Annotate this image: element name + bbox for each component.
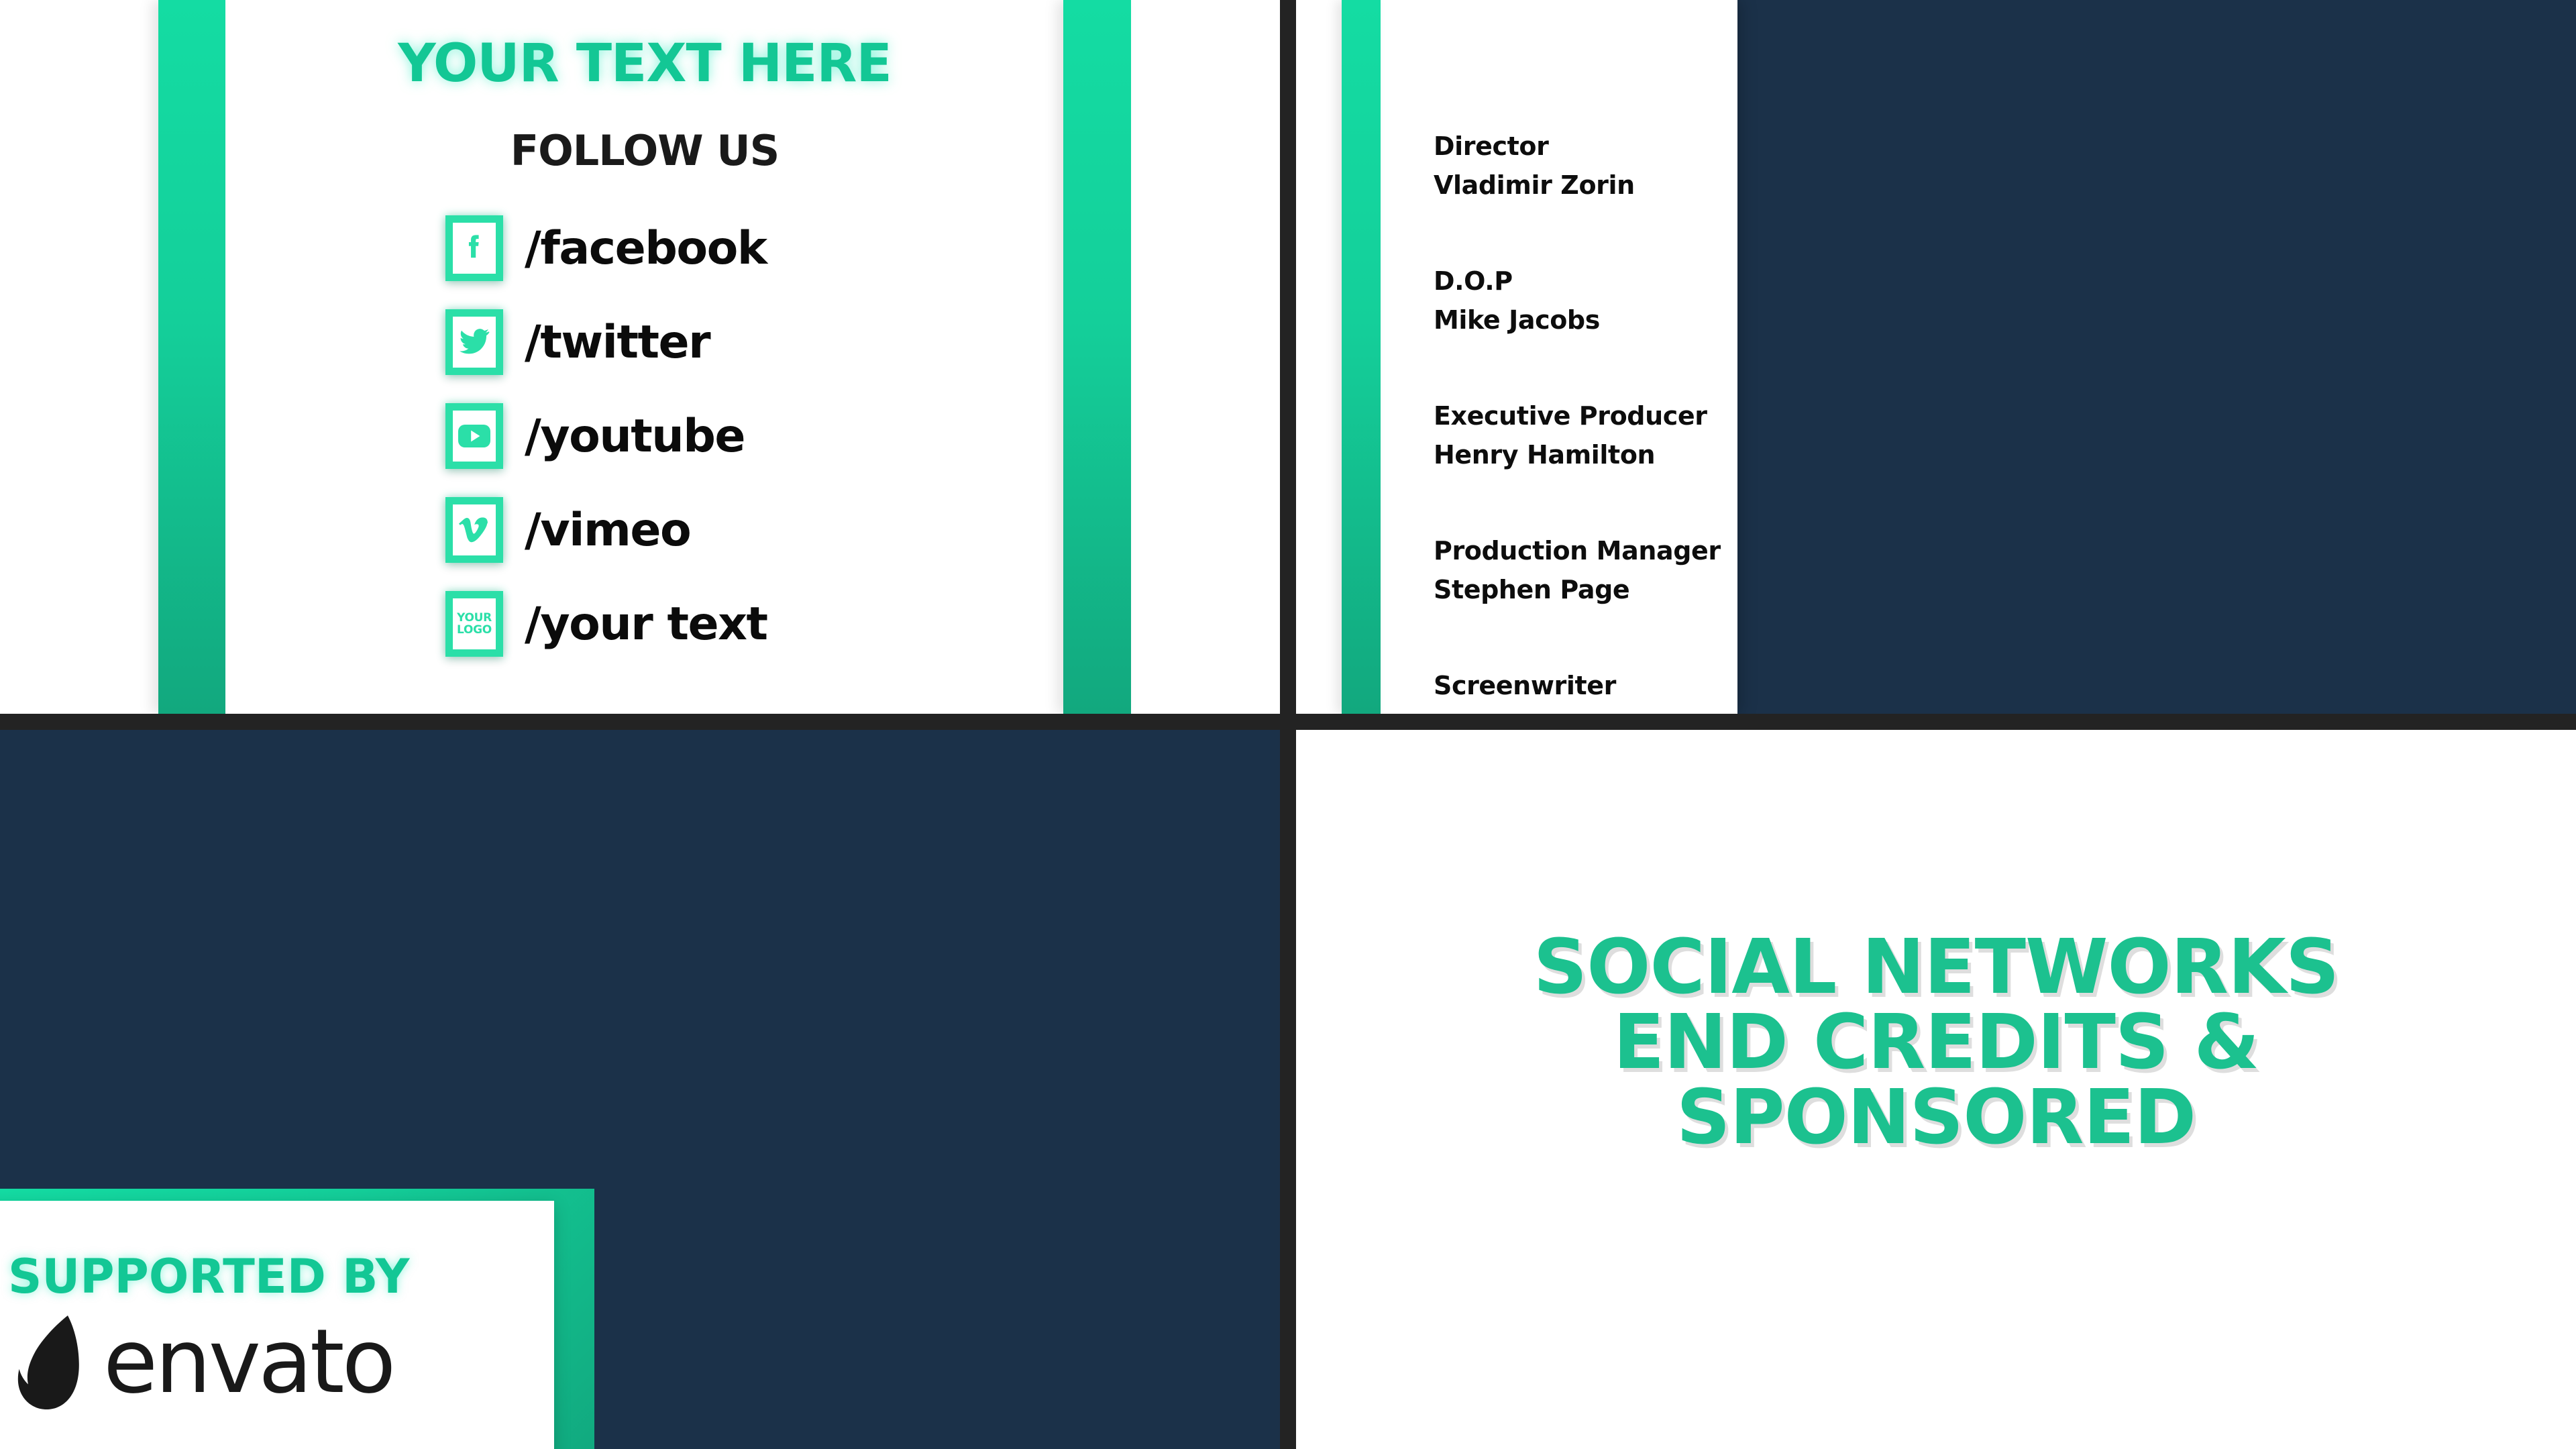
social-label-your-text: /your text xyxy=(525,597,768,651)
main-title-line-3: SPONSORED xyxy=(1676,1074,2196,1161)
title-panel: SOCIAL NETWORKS END CREDITS & SPONSORED xyxy=(1296,730,2576,1449)
envato-leaf-icon xyxy=(17,1316,79,1409)
headline-your-text-here: YOUR TEXT HERE xyxy=(398,34,892,94)
credit-role: Director xyxy=(1434,131,1549,161)
twitter-icon xyxy=(445,309,503,375)
main-title-line-1: SOCIAL NETWORKS xyxy=(1533,924,2340,1011)
envato-logo: envato xyxy=(12,1310,396,1413)
credit-entry: Executive Producer Henry Hamilton xyxy=(1434,400,1729,471)
presentation-stage: YOUR TEXT HERE FOLLOW US /facebook /twit… xyxy=(0,0,2576,1449)
credit-entry: Production Manager Stephen Page xyxy=(1434,535,1729,606)
social-links-list: /facebook /twitter /youtube /vimeo YOUR … xyxy=(225,201,1064,671)
social-label-vimeo: /vimeo xyxy=(525,503,692,557)
horizontal-divider xyxy=(0,714,2576,730)
follow-us-content: YOUR TEXT HERE FOLLOW US /facebook /twit… xyxy=(225,0,1064,714)
credits-list: Director Vladimir Zorin D.O.P Mike Jacob… xyxy=(1434,131,1729,714)
your-logo-line-1: YOUR xyxy=(457,611,492,625)
credit-role: Screenwriter xyxy=(1434,671,1616,700)
facebook-icon xyxy=(445,215,503,281)
social-row-youtube[interactable]: /youtube xyxy=(225,389,1064,483)
main-title-line-2: END CREDITS & xyxy=(1613,999,2260,1086)
credit-role: Executive Producer xyxy=(1434,401,1707,431)
sponsor-badge: SUPPORTED BY envato xyxy=(0,1189,594,1449)
social-row-vimeo[interactable]: /vimeo xyxy=(225,483,1064,577)
credit-role: D.O.P xyxy=(1434,266,1513,296)
social-row-twitter[interactable]: /twitter xyxy=(225,295,1064,389)
subheading-follow-us: FOLLOW US xyxy=(510,126,780,175)
social-row-your-text[interactable]: YOUR LOGO /your text xyxy=(225,577,1064,671)
vimeo-icon xyxy=(445,497,503,563)
green-accent-stripe-credits xyxy=(1342,0,1381,714)
credit-name: Mike Jacobs xyxy=(1434,305,1600,335)
envato-wordmark: envato xyxy=(103,1310,396,1413)
credit-name: Stephen Page xyxy=(1434,574,1630,604)
end-credits-panel: Director Vladimir Zorin D.O.P Mike Jacob… xyxy=(1296,0,2576,714)
youtube-icon xyxy=(445,403,503,469)
follow-us-panel: YOUR TEXT HERE FOLLOW US /facebook /twit… xyxy=(0,0,1280,714)
social-label-twitter: /twitter xyxy=(525,315,711,369)
social-row-facebook[interactable]: /facebook xyxy=(225,201,1064,295)
your-logo-icon: YOUR LOGO xyxy=(445,591,503,657)
social-label-facebook: /facebook xyxy=(525,221,767,275)
green-accent-stripe-right xyxy=(1063,0,1131,714)
badge-white-card: SUPPORTED BY envato xyxy=(0,1201,554,1449)
main-title: SOCIAL NETWORKS END CREDITS & SPONSORED xyxy=(1296,930,2576,1155)
social-label-youtube: /youtube xyxy=(525,409,746,463)
your-logo-line-2: LOGO xyxy=(457,623,492,637)
your-logo-placeholder: YOUR LOGO xyxy=(457,612,492,636)
credits-card: Director Vladimir Zorin D.O.P Mike Jacob… xyxy=(1296,0,1737,714)
green-accent-stripe-left xyxy=(158,0,225,714)
credit-entry: D.O.P Mike Jacobs xyxy=(1434,266,1729,336)
credit-entry: Screenwriter Oliver Barnett xyxy=(1434,670,1729,714)
credit-name: Henry Hamilton xyxy=(1434,439,1656,470)
supported-by-label: SUPPORTED BY xyxy=(8,1249,410,1304)
credit-name: Oliver Barnett xyxy=(1434,709,1729,714)
sponsor-panel: SUPPORTED BY envato xyxy=(0,730,1280,1449)
credit-entry: Director Vladimir Zorin xyxy=(1434,131,1729,201)
credit-name: Vladimir Zorin xyxy=(1434,170,1635,200)
credit-role: Production Manager xyxy=(1434,536,1721,566)
